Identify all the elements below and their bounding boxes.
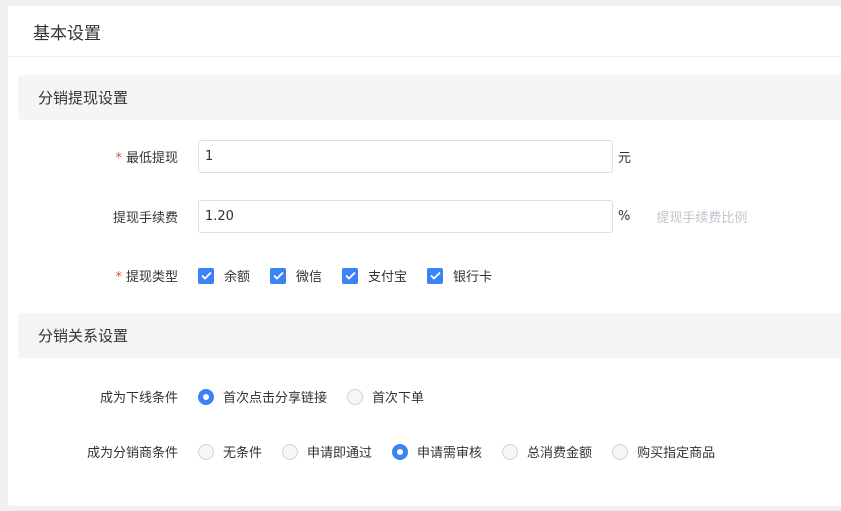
checkbox-checked-icon[interactable]: [270, 267, 287, 284]
withdraw-type-wechat[interactable]: 微信: [270, 266, 322, 285]
downline-condition-label: 成为下线条件: [99, 391, 178, 406]
withdraw-type-balance[interactable]: 余额: [198, 266, 250, 285]
fee-label: 提现手续费: [112, 211, 178, 226]
withdraw-type-label: * 提现类型: [115, 270, 178, 285]
section-withdraw-title: 分销提现设置: [38, 89, 129, 107]
distributor-option-total-spend[interactable]: 总消费金额: [502, 442, 592, 461]
distributor-option-apply-pass[interactable]: 申请即通过: [282, 442, 372, 461]
distributor-option-apply-review[interactable]: 申请需审核: [392, 442, 482, 461]
fee-hint: 提现手续费比例: [656, 211, 748, 226]
distributor-condition-label: 成为分销商条件: [86, 446, 178, 461]
radio-unselected-icon[interactable]: [502, 443, 519, 460]
min-withdraw-input[interactable]: [198, 140, 613, 173]
radio-unselected-icon[interactable]: [347, 388, 364, 405]
downline-option-first-click[interactable]: 首次点击分享链接: [198, 387, 327, 406]
radio-unselected-icon[interactable]: [282, 443, 299, 460]
checkbox-checked-icon[interactable]: [427, 267, 444, 284]
min-withdraw-label: * 最低提现: [115, 151, 178, 166]
min-withdraw-row: *最低提现 元: [8, 140, 841, 173]
section-withdraw-header: 分销提现设置: [18, 75, 841, 120]
section-relation-header: 分销关系设置: [18, 313, 841, 358]
fee-unit: %: [618, 209, 631, 224]
downline-option-first-order[interactable]: 首次下单: [347, 387, 424, 406]
withdraw-type-row: * 提现类型 余额 微信 支付宝 银行卡: [8, 266, 841, 285]
section-relation-title: 分销关系设置: [38, 327, 129, 345]
radio-unselected-icon[interactable]: [612, 443, 629, 460]
radio-unselected-icon[interactable]: [198, 443, 214, 460]
checkbox-checked-icon[interactable]: [198, 267, 214, 284]
min-withdraw-unit: 元: [618, 151, 632, 166]
fee-input[interactable]: [198, 200, 613, 233]
withdraw-type-bankcard[interactable]: 银行卡: [427, 266, 492, 285]
radio-selected-icon[interactable]: [198, 388, 214, 405]
distributor-condition-row: 成为分销商条件 无条件 申请即通过 申请需审核 总消费金额 购买指定商品: [8, 442, 841, 461]
card-header: 基本设置: [8, 6, 841, 57]
checkbox-checked-icon[interactable]: [342, 267, 359, 284]
fee-row: 提现手续费 % 提现手续费比例: [8, 200, 841, 233]
radio-selected-icon[interactable]: [392, 443, 409, 460]
distributor-option-none[interactable]: 无条件: [198, 442, 262, 461]
required-mark: *: [115, 151, 122, 166]
required-mark: *: [115, 270, 122, 285]
downline-condition-row: 成为下线条件 首次点击分享链接 首次下单: [8, 387, 841, 406]
distributor-option-buy-product[interactable]: 购买指定商品: [612, 442, 715, 461]
page-title: 基本设置: [33, 23, 101, 44]
withdraw-type-alipay[interactable]: 支付宝: [342, 266, 407, 285]
settings-card: 基本设置 分销提现设置 *最低提现 元 提现手续费 % 提现手续费比例 *提现类…: [8, 6, 841, 506]
